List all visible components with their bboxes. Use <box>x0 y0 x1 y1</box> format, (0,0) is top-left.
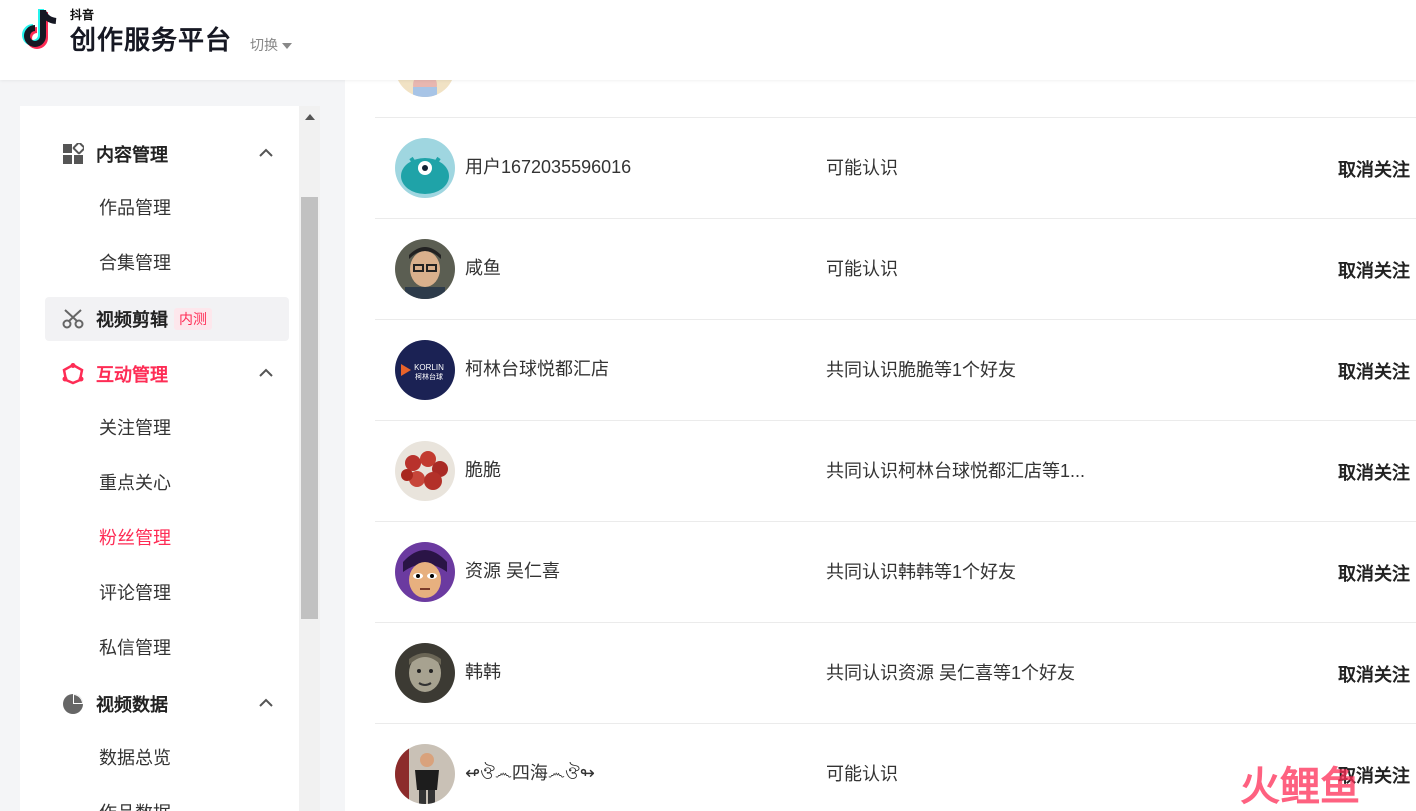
table-row: 脆脆 共同认识柯林台球悦都汇店等1... 取消关注 <box>375 421 1416 522</box>
user-avatar[interactable] <box>395 80 455 97</box>
person-standing-avatar[interactable] <box>395 744 455 804</box>
nav-group-label: 内容管理 <box>96 145 168 165</box>
sidebar-item-data-overview[interactable]: 数据总览 <box>99 744 171 772</box>
user-name[interactable]: 柯林台球悦都汇店 <box>465 355 609 381</box>
table-row <box>375 80 1416 118</box>
nav-group-content[interactable]: 内容管理 <box>45 132 289 176</box>
douyin-logo-icon[interactable] <box>18 6 62 52</box>
sidebar-item-comment-management[interactable]: 评论管理 <box>99 579 171 607</box>
unfollow-button[interactable]: 取消关注 <box>1338 257 1410 283</box>
relation-text: 可能认识 <box>826 259 898 279</box>
scrollbar-thumb[interactable] <box>301 197 318 619</box>
user-name[interactable]: ↫ঔ෴四海෴ঔ↬ <box>465 759 595 790</box>
clipped-nav-item <box>60 106 180 110</box>
user-name[interactable]: 韩韩 <box>465 658 501 684</box>
sidebar-scrollbar[interactable] <box>299 106 320 811</box>
follow-list-panel: 用户1672035596016 可能认识 取消关注 咸鱼 可能认识 取消关注 K… <box>345 80 1416 811</box>
table-row: KORLIN 柯林台球 柯林台球悦都汇店 共同认识脆脆等1个好友 取消关注 <box>375 320 1416 421</box>
sidebar-item-message-management[interactable]: 私信管理 <box>99 634 171 662</box>
relation-text: 可能认识 <box>826 158 898 178</box>
table-row: 咸鱼 可能认识 取消关注 <box>375 219 1416 320</box>
caret-down-icon <box>282 43 292 50</box>
watermark-text: 火鲤鱼 <box>1240 764 1360 808</box>
table-row: 资源 吴仁喜 共同认识韩韩等1个好友 取消关注 <box>375 522 1416 623</box>
relation-text: 可能认识 <box>826 764 898 784</box>
unfollow-button[interactable]: 取消关注 <box>1338 156 1410 182</box>
chevron-up-icon <box>259 698 273 707</box>
grid-icon <box>63 143 84 164</box>
sidebar-item-works-data[interactable]: 作品数据 <box>99 799 171 811</box>
top-header: 抖音 创作服务平台 切换 <box>0 0 1416 80</box>
unfollow-button[interactable]: 取消关注 <box>1338 358 1410 384</box>
scissors-icon <box>62 309 84 329</box>
interaction-icon <box>62 363 84 385</box>
relation-text: 共同认识脆脆等1个好友 <box>826 360 1017 380</box>
nav-group-video-data[interactable]: 视频数据 <box>45 682 289 726</box>
scroll-up-arrow-icon[interactable] <box>305 114 315 120</box>
sidebar-item-key-attention[interactable]: 重点关心 <box>99 469 171 497</box>
chevron-up-icon <box>259 368 273 377</box>
nav-group-video-edit[interactable]: 视频剪辑 内测 <box>45 297 289 341</box>
relation-text: 共同认识柯林台球悦都汇店等1... <box>826 461 1086 481</box>
korlin-logo-text: KORLIN <box>414 363 444 372</box>
switch-account-button[interactable]: 切换 <box>250 35 292 55</box>
unfollow-button[interactable]: 取消关注 <box>1338 560 1410 586</box>
sidebar-item-follow-management[interactable]: 关注管理 <box>99 414 171 442</box>
beta-badge: 内测 <box>174 308 212 330</box>
watermark-logo: 火鲤鱼 <box>1240 764 1360 808</box>
relation-text: 共同认识韩韩等1个好友 <box>826 562 1017 582</box>
chevron-up-icon <box>259 148 273 157</box>
table-row: 用户1672035596016 可能认识 取消关注 <box>375 118 1416 219</box>
user-name[interactable]: 脆脆 <box>465 456 501 482</box>
teal-monster-avatar[interactable] <box>395 138 455 198</box>
user-name[interactable]: 咸鱼 <box>465 254 501 280</box>
man-glasses-avatar[interactable] <box>395 239 455 299</box>
sidebar-item-fans-management[interactable]: 粉丝管理 <box>99 524 171 552</box>
nav-group-label: 视频数据 <box>96 695 168 715</box>
user-name[interactable]: 资源 吴仁喜 <box>465 557 560 583</box>
nav-group-label: 视频剪辑 <box>96 310 168 330</box>
relation-text: 共同认识资源 吴仁喜等1个好友 <box>826 663 1076 683</box>
red-berries-avatar[interactable] <box>395 441 455 501</box>
brand-title: 创作服务平台 <box>70 25 233 55</box>
cartoon-face-avatar[interactable] <box>395 542 455 602</box>
korlin-logo-subtext: 柯林台球 <box>415 372 443 381</box>
switch-label: 切换 <box>250 37 278 53</box>
unfollow-button[interactable]: 取消关注 <box>1338 459 1410 485</box>
sidebar: 内容管理 作品管理 合集管理 视频剪辑 内测 互动管理 关注管理 重点关心 粉丝… <box>20 106 299 811</box>
table-row: 韩韩 共同认识资源 吴仁喜等1个好友 取消关注 <box>375 623 1416 724</box>
korlin-logo-avatar[interactable]: KORLIN 柯林台球 <box>395 340 455 400</box>
nav-group-label: 互动管理 <box>96 365 168 385</box>
sidebar-item-works[interactable]: 作品管理 <box>99 194 171 222</box>
sidebar-item-collections[interactable]: 合集管理 <box>99 249 171 277</box>
user-name[interactable]: 用户1672035596016 <box>465 153 631 179</box>
nav-group-interaction[interactable]: 互动管理 <box>45 352 289 396</box>
man-portrait-avatar[interactable] <box>395 643 455 703</box>
pie-chart-icon <box>63 694 83 714</box>
unfollow-button[interactable]: 取消关注 <box>1338 661 1410 687</box>
